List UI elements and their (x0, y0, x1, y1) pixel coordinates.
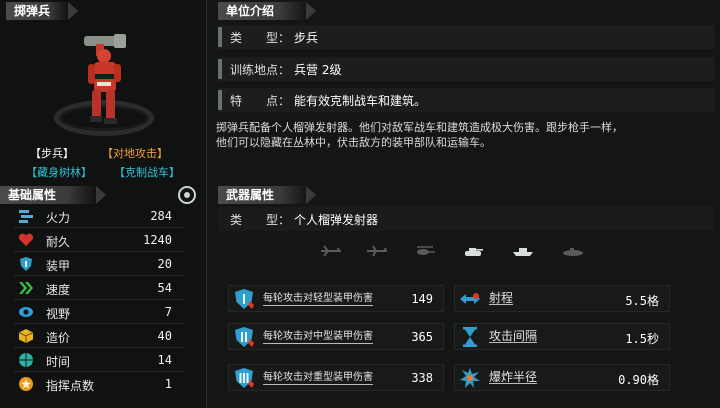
weapon-type: 类 型： 个人榴弹发射器 (218, 207, 714, 231)
stat-value: 1 (164, 377, 172, 391)
stat-label: 火力 (46, 211, 71, 225)
details-panel: 单位介绍 类 型： 步兵 训练地点： 兵营 2级 特 点： 能有效克制战车和建筑… (210, 0, 720, 408)
stat-value: 7 (164, 305, 172, 319)
info-type: 类 型： 步兵 (218, 25, 714, 49)
stat-cost: 造价 40 (14, 325, 184, 348)
light-armor-icon (235, 289, 254, 309)
stat-label: 时间 (46, 355, 71, 369)
info-value: 兵营 2级 (294, 63, 342, 77)
tag-counter-vehicle: 【克制战车】 (114, 166, 180, 179)
stat-value: 54 (157, 281, 172, 295)
ship-icon (512, 242, 534, 256)
grenadier-figure (84, 34, 126, 124)
tag-infantry: 【步兵】 (30, 147, 74, 160)
weapon-stat-value: 5.5格 (625, 294, 659, 308)
weapon-attack-interval: 攻击间隔 1.5秒 (454, 323, 670, 350)
stat-firepower: 火力 284 (14, 205, 184, 228)
unit-name: 掷弹兵 (6, 2, 78, 20)
weapon-stat-label: 每轮攻击对中型装甲伤害 (263, 331, 373, 344)
stat-value: 40 (157, 329, 172, 343)
target-types (320, 240, 600, 260)
unit-portrait (0, 22, 207, 140)
aircraft-icon (320, 242, 342, 257)
heavy-armor-icon (235, 368, 254, 388)
info-key: 类 型： (230, 31, 291, 45)
stat-label: 视野 (46, 307, 71, 321)
stat-command-points: 指挥点数 1 (14, 373, 184, 396)
helicopter-icon (414, 242, 436, 255)
stat-label: 耐久 (46, 235, 71, 249)
tank-icon (462, 242, 484, 256)
row-marker (218, 27, 222, 47)
description-line: 他们可以隐藏在丛林中，伏击敌方的装甲部队和运输车。 (216, 136, 491, 149)
stat-durability: 耐久 1240 (14, 229, 184, 252)
row-marker (218, 59, 222, 79)
plane-icon (366, 242, 388, 257)
info-location: 训练地点： 兵营 2级 (218, 57, 714, 81)
command-star-icon (19, 377, 33, 391)
damage-heavy-armor: 每轮攻击对重型装甲伤害 338 (228, 364, 444, 391)
stat-value: 14 (157, 353, 172, 367)
stat-value: 1240 (143, 233, 172, 247)
heart-icon (18, 233, 34, 246)
stat-label: 装甲 (46, 259, 71, 273)
unit-intro-title: 单位介绍 (218, 2, 316, 20)
info-key: 类 型： (230, 213, 291, 227)
weapon-blast-radius: 爆炸半径 0.90格 (454, 364, 670, 391)
stat-speed: 速度 54 (14, 277, 184, 300)
stat-label: 速度 (46, 283, 71, 297)
base-stats-title: 基础属性 (0, 186, 106, 204)
eye-icon (19, 307, 33, 317)
description-line: 掷弹兵配备个人榴弹发射器。他们对敌军战车和建筑造成极大伤害。跟步枪手一样， (216, 121, 623, 134)
info-value: 步兵 (294, 31, 319, 45)
damage-light-armor: 每轮攻击对轻型装甲伤害 149 (228, 285, 444, 312)
range-arrows-icon (460, 293, 480, 304)
weapon-stat-label: 每轮攻击对重型装甲伤害 (263, 372, 373, 385)
weapon-stat-label: 攻击间隔 (489, 329, 538, 343)
unit-detail-screen: 掷弹兵 【步兵】 【对地攻击】 【藏身树林】 【克制战车】 基础属性 火力 28… (0, 0, 720, 408)
hourglass-icon (463, 327, 477, 347)
tag-ground-attack: 【对地攻击】 (102, 147, 168, 160)
unit-description: 掷弹兵配备个人榴弹发射器。他们对敌军战车和建筑造成极大伤害。跟步枪手一样， 他们… (216, 120, 716, 150)
row-marker (218, 90, 222, 110)
stat-time: 时间 14 (14, 349, 184, 372)
info-value: 个人榴弹发射器 (294, 213, 379, 227)
speed-chevron-icon (19, 282, 33, 294)
weapon-stat-value: 1.5秒 (625, 332, 659, 346)
info-key: 特 点： (230, 94, 291, 108)
explosion-icon (460, 368, 480, 388)
weapon-stat-value: 0.90格 (618, 373, 659, 387)
weapon-stat-label: 射程 (489, 291, 514, 305)
weapon-stats-title: 武器属性 (218, 186, 316, 204)
stat-label: 指挥点数 (46, 379, 95, 393)
info-feature: 特 点： 能有效克制战车和建筑。 (218, 88, 714, 112)
info-key: 训练地点： (230, 63, 291, 77)
weapon-stat-label: 爆炸半径 (489, 370, 538, 384)
weapon-stat-label: 每轮攻击对轻型装甲伤害 (263, 293, 373, 306)
cost-box-icon (18, 329, 34, 343)
damage-medium-armor: 每轮攻击对中型装甲伤害 365 (228, 323, 444, 350)
weapon-stat-value: 149 (411, 292, 433, 306)
stat-value: 20 (157, 257, 172, 271)
stat-label: 造价 (46, 331, 71, 345)
stat-vision: 视野 7 (14, 301, 184, 324)
cycle-icon[interactable] (178, 186, 196, 204)
unit-panel: 掷弹兵 【步兵】 【对地攻击】 【藏身树林】 【克制战车】 基础属性 火力 28… (0, 0, 207, 408)
weapon-range: 射程 5.5格 (454, 285, 670, 312)
weapon-stat-value: 365 (411, 330, 433, 344)
info-value: 能有效克制战车和建筑。 (294, 94, 427, 108)
firepower-icon (19, 210, 33, 223)
armor-shield-icon (20, 257, 32, 271)
time-globe-icon (19, 353, 33, 367)
stat-armor: 装甲 20 (14, 253, 184, 276)
weapon-stat-value: 338 (411, 371, 433, 385)
medium-armor-icon (235, 327, 254, 347)
tag-hide-forest: 【藏身树林】 (26, 166, 92, 179)
submarine-icon (562, 242, 584, 256)
stat-value: 284 (150, 209, 172, 223)
